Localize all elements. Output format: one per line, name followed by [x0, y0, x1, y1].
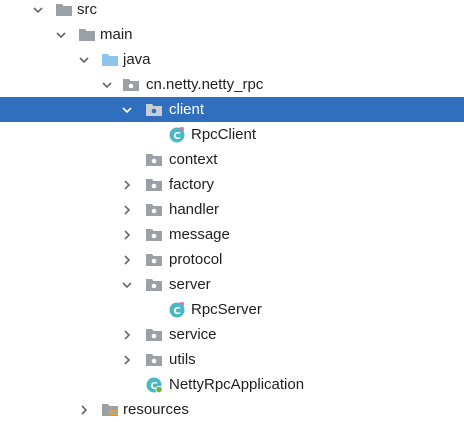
java-class-icon: C — [168, 126, 186, 143]
tree-item-server[interactable]: server — [0, 272, 464, 297]
tree-item-src[interactable]: src — [0, 0, 464, 22]
tree-item-label: RpcServer — [191, 301, 262, 318]
project-tree: src main java cn.netty.netty_rpc client … — [0, 0, 464, 419]
tree-item-service[interactable]: service — [0, 322, 464, 347]
tree-item-label: context — [169, 151, 218, 168]
tree-item-label: main — [100, 26, 133, 43]
package-icon — [145, 101, 163, 118]
chevron-right-icon[interactable] — [119, 322, 135, 347]
tree-item-nettyrpcapplication[interactable]: C NettyRpcApplication — [0, 372, 464, 397]
tree-item-resources[interactable]: resources — [0, 397, 464, 422]
chevron-right-icon[interactable] — [119, 197, 135, 222]
tree-item-label: src — [77, 1, 97, 18]
chevron-down-icon[interactable] — [119, 272, 135, 297]
chevron-right-icon[interactable] — [119, 222, 135, 247]
tree-item-label: server — [169, 276, 211, 293]
chevron-right-icon[interactable] — [119, 347, 135, 372]
tree-item-label: factory — [169, 176, 215, 193]
tree-item-label: utils — [169, 351, 196, 368]
package-icon — [145, 276, 163, 293]
tree-item-label: resources — [123, 401, 189, 418]
package-icon — [145, 251, 163, 268]
tree-item-label: message — [169, 226, 230, 243]
tree-item-factory[interactable]: factory — [0, 172, 464, 197]
tree-item-label: RpcClient — [191, 126, 257, 143]
tree-item-label: handler — [169, 201, 220, 218]
tree-item-label: java — [123, 51, 151, 68]
folder-icon — [78, 26, 96, 43]
tree-item-context[interactable]: context — [0, 147, 464, 172]
package-icon — [145, 176, 163, 193]
chevron-down-icon[interactable] — [30, 0, 46, 22]
package-icon — [145, 226, 163, 243]
chevron-down-icon[interactable] — [99, 72, 115, 97]
tree-item-label: cn.netty.netty_rpc — [146, 76, 264, 93]
svg-text:C: C — [173, 131, 180, 142]
tree-item-message[interactable]: message — [0, 222, 464, 247]
folder-icon — [55, 1, 73, 18]
tree-item-utils[interactable]: utils — [0, 347, 464, 372]
tree-item-rpcserver[interactable]: C RpcServer — [0, 297, 464, 322]
chevron-down-icon[interactable] — [53, 22, 69, 47]
package-icon — [145, 351, 163, 368]
java-class-icon: C — [168, 301, 186, 318]
tree-item-protocol[interactable]: protocol — [0, 247, 464, 272]
tree-item-cn-netty-netty-rpc[interactable]: cn.netty.netty_rpc — [0, 72, 464, 97]
chevron-right-icon[interactable] — [76, 397, 92, 422]
tree-item-handler[interactable]: handler — [0, 197, 464, 222]
tree-item-java[interactable]: java — [0, 47, 464, 72]
package-icon — [122, 76, 140, 93]
package-icon — [145, 326, 163, 343]
tree-item-main[interactable]: main — [0, 22, 464, 47]
chevron-right-icon[interactable] — [119, 247, 135, 272]
tree-item-client[interactable]: client — [0, 97, 464, 122]
tree-item-label: protocol — [169, 251, 223, 268]
chevron-right-icon[interactable] — [119, 172, 135, 197]
package-icon — [145, 201, 163, 218]
chevron-down-icon[interactable] — [119, 97, 135, 122]
tree-item-label: service — [169, 326, 217, 343]
tree-item-rpcclient[interactable]: C RpcClient — [0, 122, 464, 147]
spring-boot-class-icon: C — [145, 376, 163, 394]
tree-item-label: NettyRpcApplication — [169, 376, 305, 393]
package-icon — [145, 151, 163, 168]
tree-item-label: client — [169, 101, 205, 118]
chevron-down-icon[interactable] — [76, 47, 92, 72]
resources-folder-icon — [101, 401, 119, 418]
svg-text:C: C — [173, 306, 180, 317]
source-folder-icon — [101, 51, 119, 68]
